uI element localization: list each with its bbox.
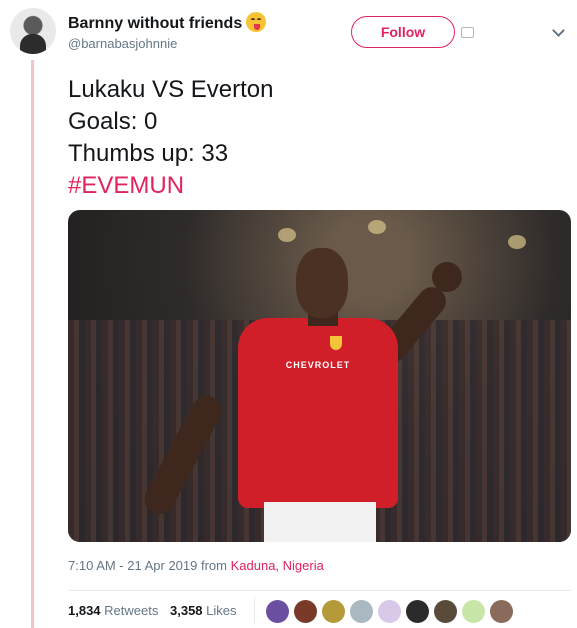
liker-avatar[interactable] (266, 600, 289, 623)
photo-light (278, 228, 296, 242)
tweet-stats: 1,834 Retweets 3,358 Likes (68, 603, 245, 618)
tweet-line-2: Goals: 0 (68, 108, 158, 135)
author-name[interactable]: Barnny without friends (68, 12, 267, 33)
author-avatar[interactable] (10, 8, 56, 54)
photo-light (368, 220, 386, 234)
photo-thumbs-up (432, 262, 462, 292)
retweets-count: 1,834 (68, 603, 101, 618)
likes-count: 3,358 (170, 603, 203, 618)
avatar-figure (20, 34, 46, 54)
stats-separator (254, 597, 255, 625)
chevron-down-icon[interactable] (552, 24, 565, 37)
thread-line (31, 60, 34, 628)
tweet-timestamp[interactable]: 7:10 AM - 21 Apr 2019 from (68, 558, 227, 573)
liker-avatars (266, 600, 518, 624)
face-savoring-food-emoji-icon (246, 12, 267, 32)
likes-stat[interactable]: 3,358 Likes (170, 603, 237, 618)
photo-club-crest (330, 336, 342, 350)
likes-label: Likes (206, 603, 237, 618)
follow-card-icon (461, 27, 474, 38)
tweet-line-1: Lukaku VS Everton (68, 76, 274, 103)
author-handle[interactable]: @barnabasjohnnie (68, 36, 177, 51)
photo-player-shirt (238, 318, 398, 508)
photo-player-head (296, 248, 348, 318)
liker-avatar[interactable] (406, 600, 429, 623)
liker-avatar[interactable] (490, 600, 513, 623)
tweet-meta: 7:10 AM - 21 Apr 2019 from Kaduna, Niger… (68, 558, 324, 573)
liker-avatar[interactable] (434, 600, 457, 623)
retweets-label: Retweets (104, 603, 159, 618)
liker-avatar[interactable] (350, 600, 373, 623)
photo-light (508, 235, 526, 249)
liker-avatar[interactable] (294, 600, 317, 623)
tweet-photo[interactable]: CHEVROLET (68, 210, 571, 542)
follow-button[interactable]: Follow (351, 16, 455, 48)
liker-avatar[interactable] (378, 600, 401, 623)
author-display-name: Barnny without friends (68, 15, 243, 32)
photo-player-shorts (264, 502, 376, 542)
retweets-stat[interactable]: 1,834 Retweets (68, 603, 158, 618)
hashtag-link[interactable]: #EVEMUN (68, 170, 273, 202)
tweet-text: Lukaku VS Everton Goals: 0 Thumbs up: 33… (68, 74, 273, 202)
photo-sponsor-text: CHEVROLET (285, 360, 351, 370)
liker-avatar[interactable] (322, 600, 345, 623)
tweet-location-link[interactable]: Kaduna, Nigeria (231, 558, 324, 573)
tweet-line-3: Thumbs up: 33 (68, 140, 229, 167)
stats-divider (68, 590, 571, 591)
liker-avatar[interactable] (462, 600, 485, 623)
